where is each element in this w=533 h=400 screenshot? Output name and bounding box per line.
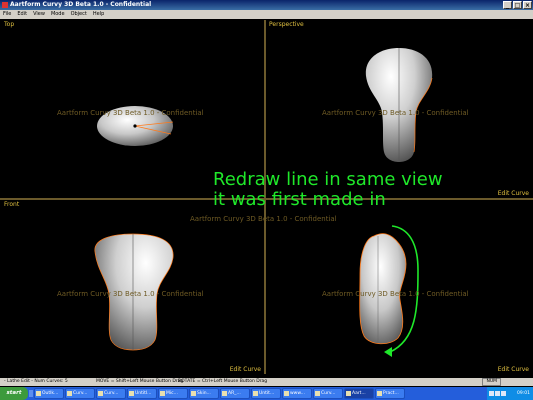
task-label: Untit...: [259, 391, 275, 396]
menu-file[interactable]: File: [0, 10, 14, 19]
status-mode: - Lathe Edit - Num Curves: 5: [4, 379, 68, 384]
task-app-icon: [346, 391, 351, 396]
close-button[interactable]: ×: [523, 1, 532, 9]
tray-volume-icon[interactable]: [495, 391, 500, 396]
quick-launch-icon[interactable]: [29, 390, 33, 397]
window-title: Aartform Curvy 3D Beta 1.0 - Confidentia…: [10, 1, 152, 8]
task-label: Outlk...: [42, 391, 59, 396]
taskbar-button[interactable]: AR_...: [220, 388, 250, 399]
menu-object[interactable]: Object: [68, 10, 90, 19]
watermark-perspective: Aartform Curvy 3D Beta 1.0 - Confidentia…: [322, 109, 469, 117]
task-app-icon: [160, 391, 165, 396]
task-label: Untitl...: [135, 391, 152, 396]
viewport-front[interactable]: Front Aartform Curvy 3D Beta 1.0 - Confi…: [1, 200, 264, 374]
edit-curve-label-perspective[interactable]: Edit Curve: [498, 190, 529, 197]
menu-edit[interactable]: Edit: [14, 10, 30, 19]
system-tray: 09:01: [487, 387, 533, 400]
side-view-shape: [359, 233, 407, 345]
tray-network-icon[interactable]: [489, 391, 494, 396]
taskbar-button[interactable]: Outlk...: [34, 388, 64, 399]
taskbar: start Outlk... Curv... Curv... Untitl... Mic…: [0, 387, 533, 400]
task-app-icon: [129, 391, 134, 396]
task-app-icon: [36, 391, 41, 396]
edit-curve-label-front[interactable]: Edit Curve: [230, 366, 261, 373]
menu-help[interactable]: Help: [90, 10, 107, 19]
task-app-icon: [315, 391, 320, 396]
task-label: Curv...: [321, 391, 336, 396]
task-label: Pract...: [383, 391, 399, 396]
annotation-line-1: Redraw line in same view: [213, 169, 443, 190]
menu-view[interactable]: View: [30, 10, 48, 19]
taskbar-button[interactable]: Mic...: [158, 388, 188, 399]
watermark-side: Aartform Curvy 3D Beta 1.0 - Confidentia…: [322, 290, 469, 298]
task-label: Aart...: [352, 391, 366, 396]
minimize-button[interactable]: _: [503, 1, 512, 9]
status-bar: - Lathe Edit - Num Curves: 5 MOVE = Shif…: [0, 378, 533, 386]
taskbar-button[interactable]: Skin...: [189, 388, 219, 399]
edit-curve-label-side[interactable]: Edit Curve: [498, 366, 529, 373]
task-app-icon: [191, 391, 196, 396]
annotation-text: Redraw line in same view it was first ma…: [213, 170, 443, 210]
app-icon: [2, 2, 8, 8]
task-app-icon: [284, 391, 289, 396]
taskbar-button[interactable]: Untitl...: [127, 388, 157, 399]
taskbar-button[interactable]: www...: [282, 388, 312, 399]
watermark-center: Aartform Curvy 3D Beta 1.0 - Confidentia…: [190, 215, 337, 223]
task-list: Outlk... Curv... Curv... Untitl... Mic... Ski…: [34, 388, 405, 399]
viewport-label-top: Top: [4, 21, 15, 28]
title-bar[interactable]: Aartform Curvy 3D Beta 1.0 - Confidentia…: [0, 0, 533, 10]
taskbar-button[interactable]: Untit...: [251, 388, 281, 399]
annotation-line-2: it was first made in: [213, 189, 386, 210]
viewport-label-perspective: Perspective: [269, 21, 304, 28]
watermark-front: Aartform Curvy 3D Beta 1.0 - Confidentia…: [57, 290, 204, 298]
status-rotate-hint: ROTATE = Ctrl+Left Mouse Button Drag: [178, 379, 268, 384]
task-label: Curv...: [73, 391, 88, 396]
watermark-top: Aartform Curvy 3D Beta 1.0 - Confidentia…: [57, 109, 204, 117]
task-label: www...: [290, 391, 305, 396]
taskbar-button[interactable]: Pract...: [375, 388, 405, 399]
taskbar-button[interactable]: Aart...: [344, 388, 374, 399]
task-label: AR_...: [228, 391, 241, 396]
task-app-icon: [67, 391, 72, 396]
window-controls: _ □ ×: [503, 1, 532, 9]
task-label: Curv...: [104, 391, 119, 396]
task-app-icon: [98, 391, 103, 396]
task-app-icon: [222, 391, 227, 396]
task-label: Mic...: [166, 391, 178, 396]
viewport-label-front: Front: [4, 201, 20, 208]
menu-mode[interactable]: Mode: [48, 10, 68, 19]
viewport-side[interactable]: Aartform Curvy 3D Beta 1.0 - Confidentia…: [266, 200, 532, 374]
side-view-canvas: [359, 225, 419, 357]
tray-security-icon[interactable]: [501, 391, 506, 396]
taskbar-button[interactable]: Curv...: [313, 388, 343, 399]
menu-bar: File Edit View Mode Object Help: [0, 10, 533, 19]
task-app-icon: [253, 391, 258, 396]
status-move-hint: MOVE = Shift+Left Mouse Button Drag: [96, 379, 184, 384]
task-app-icon: [377, 391, 382, 396]
maximize-button[interactable]: □: [513, 1, 522, 9]
status-num-indicator: NUM: [482, 378, 501, 386]
start-button[interactable]: start: [0, 387, 28, 400]
taskbar-button[interactable]: Curv...: [96, 388, 126, 399]
front-view-canvas: [94, 233, 174, 351]
clock[interactable]: 09:01: [517, 387, 530, 400]
task-label: Skin...: [197, 391, 211, 396]
taskbar-button[interactable]: Curv...: [65, 388, 95, 399]
